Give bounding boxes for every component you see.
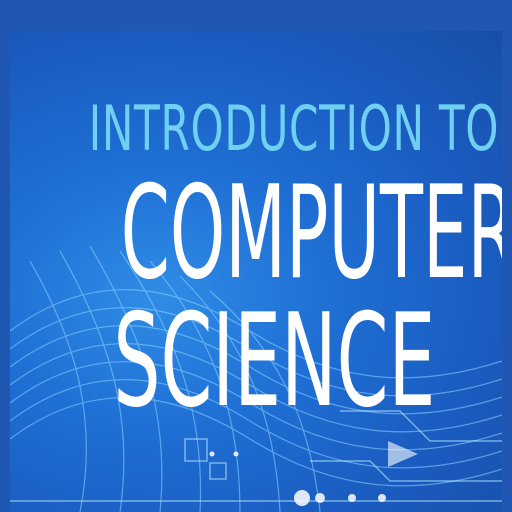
title-line-introduction-to: INTRODUCTION TO [88, 92, 500, 165]
book-cover: INTRODUCTION TO COMPUTER SCIENCE [10, 31, 502, 512]
title-line-computer: COMPUTER [120, 159, 502, 308]
title-line-science: SCIENCE [113, 287, 436, 436]
image-frame: INTRODUCTION TO COMPUTER SCIENCE [0, 0, 512, 512]
